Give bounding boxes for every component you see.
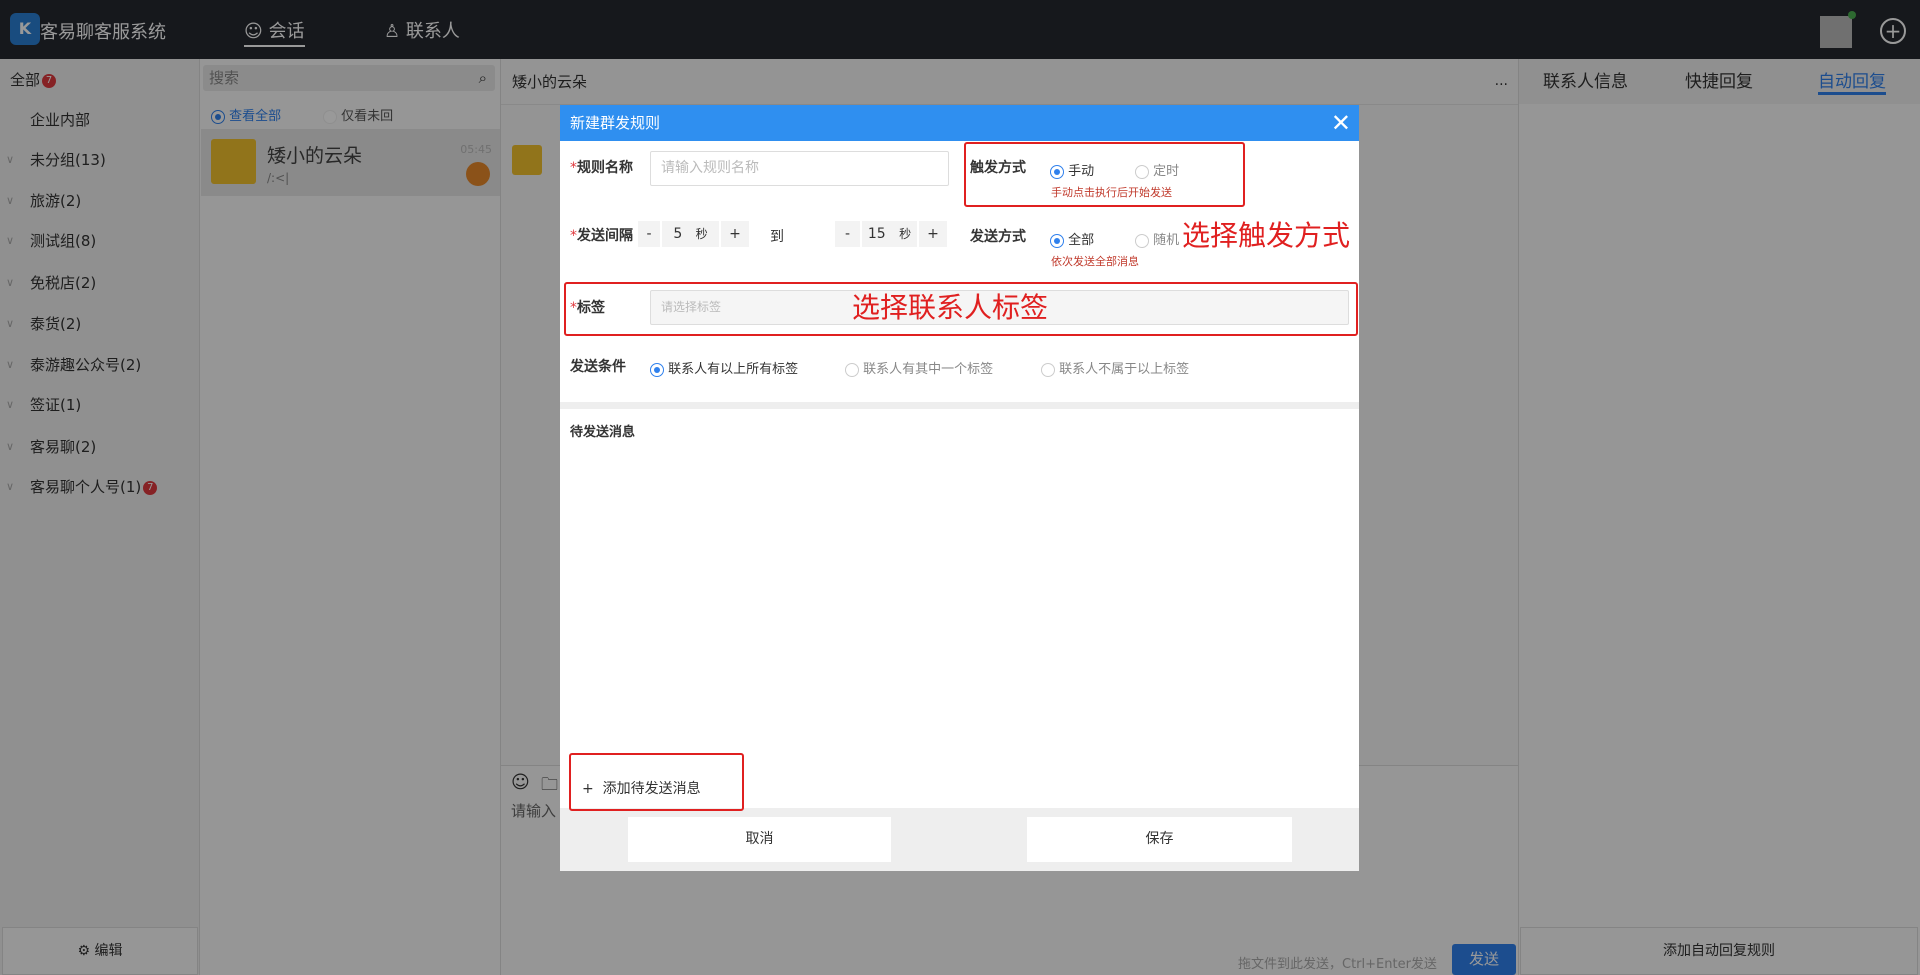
to-label: 到 xyxy=(770,226,784,246)
radio-unchecked xyxy=(1041,363,1055,377)
close-icon[interactable]: ✕ xyxy=(1331,105,1351,141)
option-label: 联系人有以上所有标签 xyxy=(668,362,798,377)
rule-name-label: *规则名称 xyxy=(570,157,633,177)
interval-from-decrement[interactable]: - xyxy=(638,221,660,247)
label-text: 规则名称 xyxy=(577,160,633,176)
send-mode-all-radio[interactable]: 全部 xyxy=(1050,229,1094,248)
condition-none-tag-radio[interactable]: 联系人不属于以上标签 xyxy=(1041,358,1189,377)
label-text: 发送间隔 xyxy=(577,228,633,244)
dialog-title: 新建群发规则 xyxy=(570,114,660,132)
condition-any-tag-radio[interactable]: 联系人有其中一个标签 xyxy=(845,358,993,377)
dialog-header: 新建群发规则 ✕ xyxy=(560,105,1359,141)
send-mode-random-radio[interactable]: 随机 xyxy=(1135,229,1179,248)
input-placeholder: 请输入规则名称 xyxy=(661,160,759,176)
unit: 秒 xyxy=(696,227,708,241)
interval-from-value[interactable]: 5 秒 xyxy=(662,221,719,247)
interval-label: *发送间隔 xyxy=(570,225,633,245)
interval-from-increment[interactable]: + xyxy=(721,221,749,247)
pending-messages-title: 待发送消息 xyxy=(570,421,635,440)
dialog-footer: 取消 保存 xyxy=(560,808,1359,871)
condition-all-tags-radio[interactable]: 联系人有以上所有标签 xyxy=(650,358,798,377)
option-label: 全部 xyxy=(1068,233,1094,248)
annotation-trigger-text: 选择触发方式 xyxy=(1182,214,1350,254)
radio-unchecked xyxy=(845,363,859,377)
annotation-tag-text: 选择联系人标签 xyxy=(852,286,1048,326)
option-label: 联系人不属于以上标签 xyxy=(1059,362,1189,377)
section-divider xyxy=(560,402,1359,409)
radio-unchecked xyxy=(1135,234,1149,248)
unit: 秒 xyxy=(899,227,911,241)
radio-checked xyxy=(650,363,664,377)
interval-to-decrement[interactable]: - xyxy=(835,221,860,247)
send-mode-label: 发送方式 xyxy=(970,226,1026,246)
annotation-box-trigger xyxy=(964,142,1245,207)
cancel-button[interactable]: 取消 xyxy=(628,817,891,862)
interval-to-value[interactable]: 15 秒 xyxy=(862,221,917,247)
send-condition-label: 发送条件 xyxy=(570,356,626,376)
option-label: 联系人有其中一个标签 xyxy=(863,362,993,377)
annotation-box-add-message xyxy=(569,753,744,811)
radio-checked xyxy=(1050,234,1064,248)
value: 5 xyxy=(673,226,682,242)
option-label: 随机 xyxy=(1153,233,1179,248)
rule-name-input[interactable]: 请输入规则名称 xyxy=(650,151,949,186)
save-button[interactable]: 保存 xyxy=(1027,817,1292,862)
value: 15 xyxy=(868,226,886,242)
send-mode-hint: 依次发送全部消息 xyxy=(1051,253,1139,269)
interval-to-increment[interactable]: + xyxy=(919,221,947,247)
